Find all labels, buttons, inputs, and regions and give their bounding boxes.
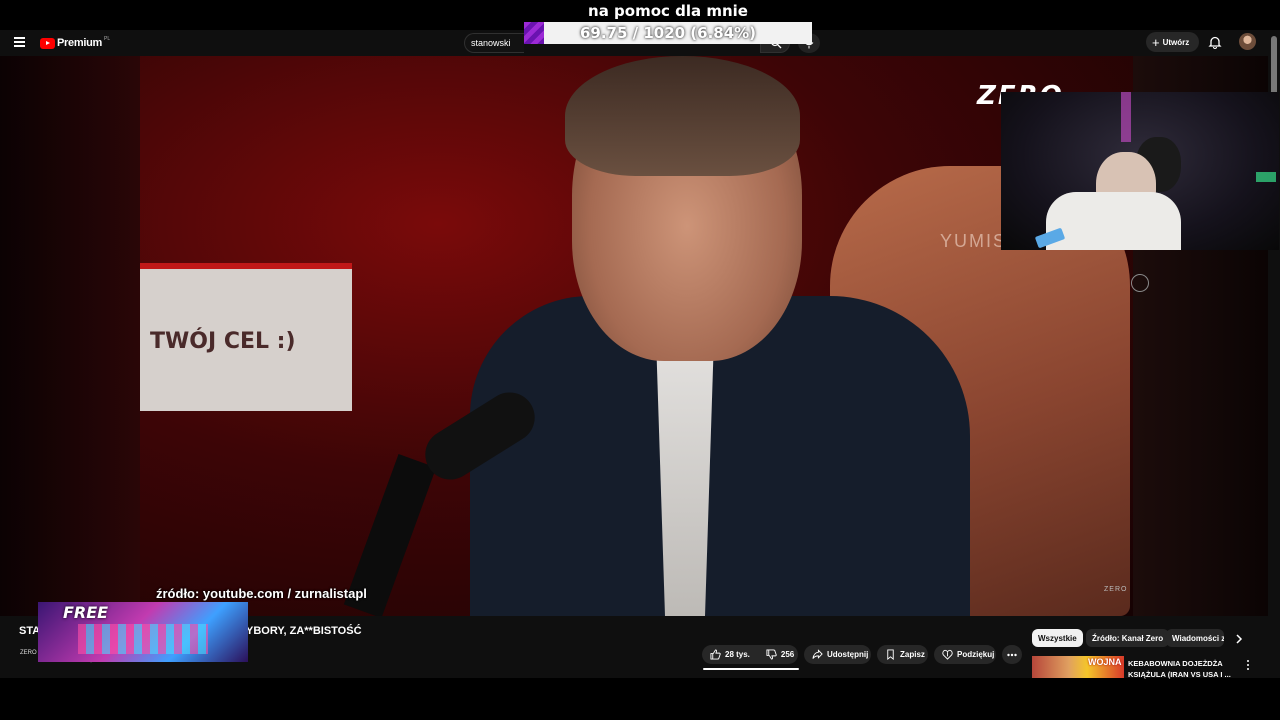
ambient-glow-left	[0, 56, 140, 616]
chip-news[interactable]: Wiadomości z...	[1166, 629, 1224, 647]
menu-icon[interactable]	[14, 37, 25, 47]
source-caption: źródło: youtube.com / zurnalistapl	[156, 586, 367, 601]
logo-region: PL	[103, 36, 111, 42]
share-icon	[812, 649, 823, 659]
game-ad-overlay[interactable]: FREE	[38, 602, 248, 662]
channel-avatar[interactable]: ZERO	[20, 650, 37, 656]
streamer-body	[1046, 192, 1181, 250]
plus-icon: +	[1152, 34, 1160, 50]
share-label: Udostępnij	[827, 650, 869, 659]
more-vertical-icon[interactable]	[1244, 659, 1252, 671]
recommendation-title[interactable]: KEBABOWNIA DOJEŻDŻA KSIĄŻULA (IRAN VS US…	[1128, 658, 1232, 680]
player-spinner-icon	[1131, 274, 1149, 292]
channel-watermark: ZERO	[1104, 586, 1128, 593]
donation-goal-progress: 69.75 / 1020 (6.84%)	[579, 24, 757, 42]
chevron-right-icon[interactable]	[1234, 633, 1244, 645]
create-button[interactable]: + Utwórz	[1146, 32, 1199, 52]
webcam-light	[1256, 172, 1276, 182]
more-actions-button[interactable]	[1002, 645, 1022, 664]
donation-goal-bar: 69.75 / 1020 (6.84%)	[524, 22, 812, 44]
guest-hair	[565, 56, 800, 176]
webcam-light	[1121, 92, 1131, 142]
donation-goal-title: na pomoc dla mnie	[588, 2, 748, 20]
like-count: 28 tys.	[725, 650, 750, 659]
recommendation-thumbnail-text: WOJNA	[1088, 657, 1122, 667]
youtube-logo-icon	[40, 37, 55, 49]
video-title: STA	[19, 625, 41, 637]
studio-sign: TWÓJ CEL :)	[140, 263, 352, 411]
thumbs-up-icon[interactable]	[710, 649, 721, 660]
more-horizontal-icon	[1007, 653, 1017, 656]
studio-sign-text: TWÓJ CEL :)	[150, 329, 296, 354]
chip-source[interactable]: Źródło: Kanał Zero	[1086, 629, 1170, 647]
thanks-label: Podziękuj	[957, 650, 995, 659]
recommendation-thumbnail[interactable]: WOJNA	[1032, 656, 1124, 678]
search-input[interactable]: stanowski	[464, 33, 524, 53]
create-label: Utwórz	[1162, 37, 1190, 47]
save-button[interactable]: Zapisz	[877, 645, 928, 664]
thumbs-down-icon[interactable]	[766, 649, 777, 660]
game-ad-art	[78, 624, 208, 654]
game-ad-label: FREE	[63, 603, 109, 622]
thanks-button[interactable]: Podziękuj	[934, 645, 996, 664]
video-frame: TWÓJ CEL :) YUMISU	[140, 56, 1133, 616]
logo-text: Premium	[57, 37, 102, 49]
dislike-count: 256	[780, 650, 795, 659]
like-ratio-underline	[703, 668, 799, 670]
bell-icon[interactable]	[1208, 35, 1222, 49]
save-label: Zapisz	[900, 650, 925, 659]
heart-dollar-icon	[942, 649, 953, 660]
avatar[interactable]	[1239, 33, 1256, 50]
scrollbar-thumb[interactable]	[1271, 36, 1277, 96]
like-dislike-group[interactable]: 28 tys. 256	[702, 645, 798, 664]
webcam-overlay	[1001, 92, 1279, 250]
video-title-end: YBORY, ZA**BISTOŚĆ	[246, 625, 362, 637]
bookmark-icon	[887, 649, 894, 660]
share-button[interactable]: Udostępnij	[804, 645, 871, 664]
youtube-logo[interactable]: Premium PL	[40, 35, 110, 51]
chip-all[interactable]: Wszystkie	[1032, 629, 1083, 647]
